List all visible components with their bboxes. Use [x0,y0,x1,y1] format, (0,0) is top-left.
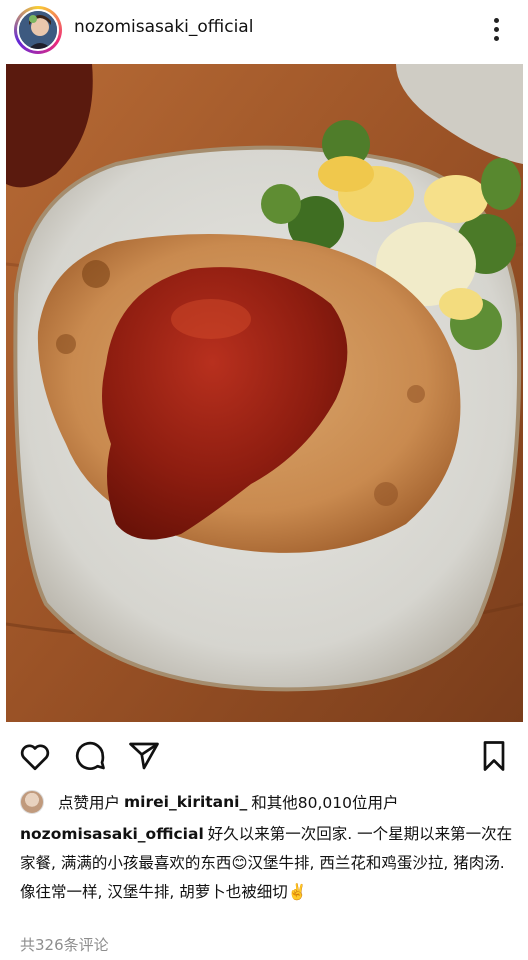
likes-row: 点赞用户 mirei_kiritani_ 和其他80,010位用户 [20,788,399,816]
avatar-image [17,9,59,51]
send-icon[interactable] [126,738,162,774]
likes-count[interactable]: 和其他80,010位用户 [251,791,398,813]
more-vertical-icon[interactable] [488,14,504,46]
post-header: nozomisasaki_official [0,0,528,60]
likes-prefix: 点赞用户 [58,794,121,812]
view-comments-link[interactable]: 共326条评论 [20,934,109,955]
post-caption: nozomisasaki_official 好久以来第一次回家. 一个星期以来第一… [20,820,520,907]
bookmark-icon[interactable] [476,738,512,774]
post-username[interactable]: nozomisasaki_official [74,17,253,37]
caption-username[interactable]: nozomisasaki_official [20,825,204,843]
profile-avatar[interactable] [14,6,62,54]
post-photo[interactable] [6,64,523,722]
liker-avatar[interactable] [20,790,44,814]
liker-username[interactable]: mirei_kiritani_ [124,793,247,811]
comment-icon[interactable] [72,738,108,774]
heart-icon[interactable] [17,738,53,774]
action-bar [0,728,528,778]
